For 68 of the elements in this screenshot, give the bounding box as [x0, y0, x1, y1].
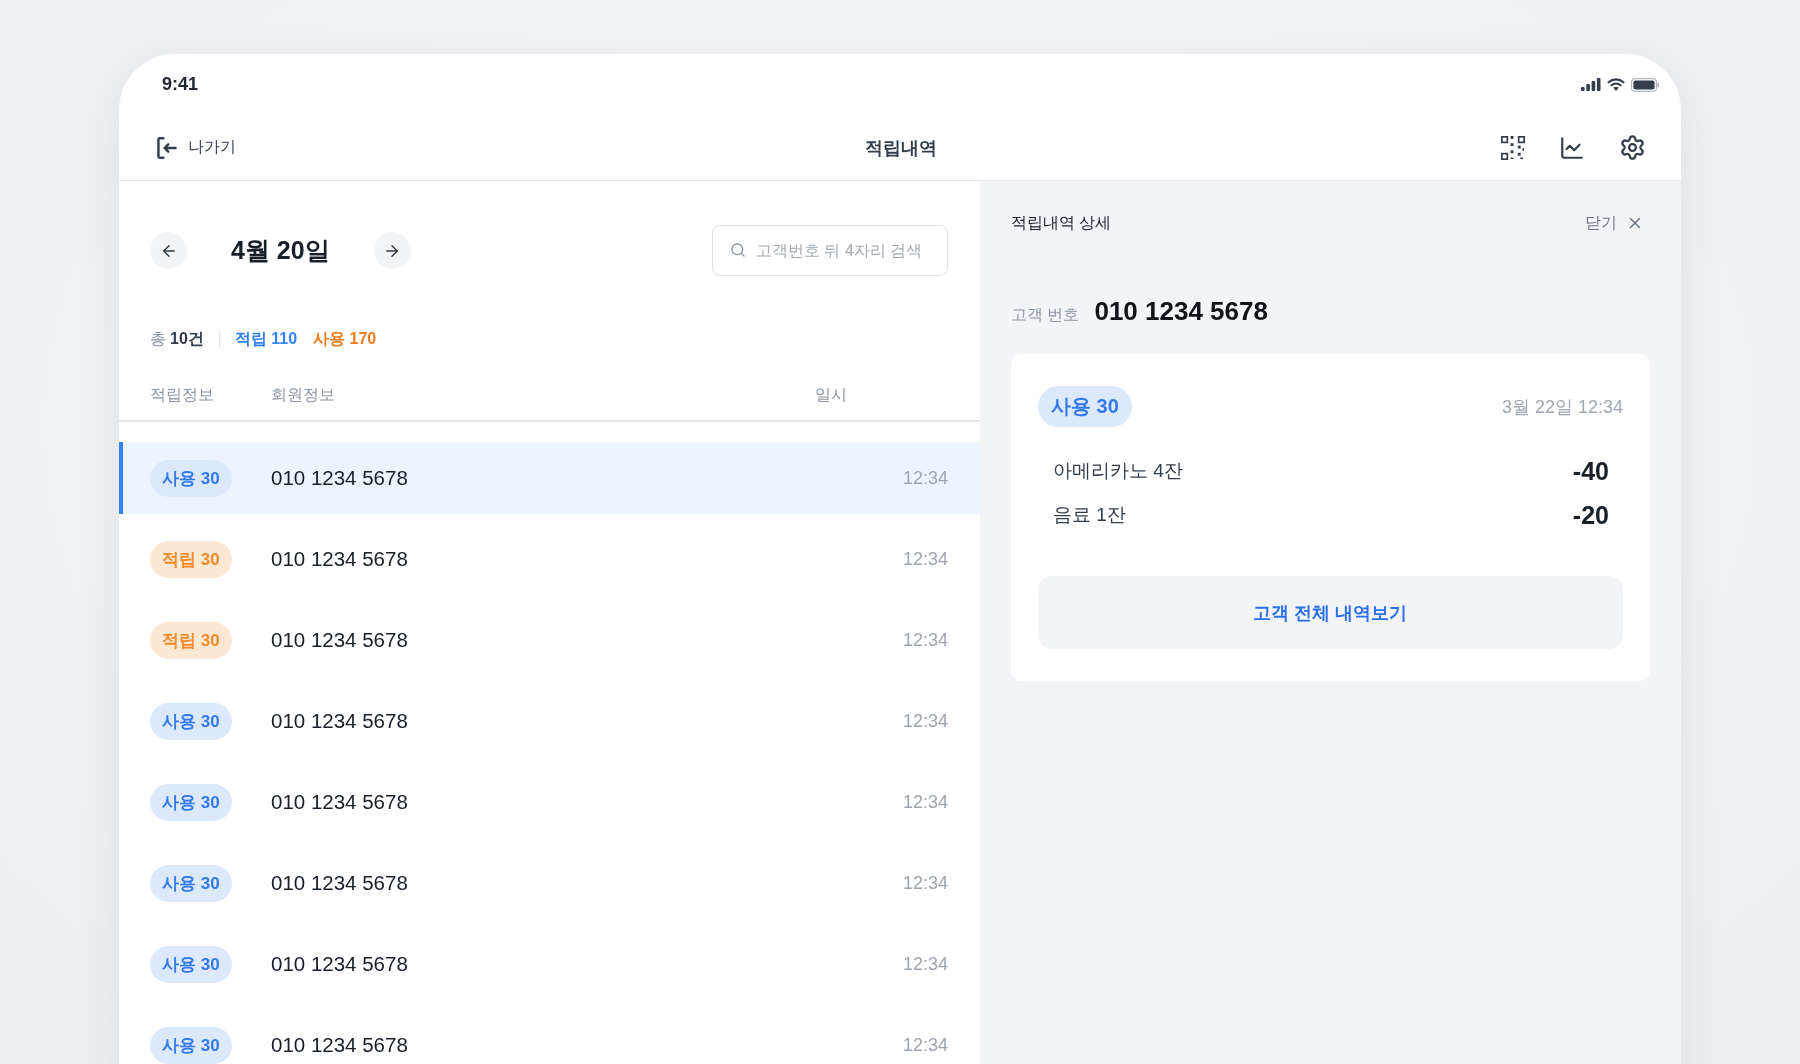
- close-button[interactable]: 닫기: [1585, 212, 1644, 234]
- signal-icon: [1581, 78, 1601, 91]
- phone-number: 010 1234 5678: [271, 547, 409, 571]
- phone-number: 010 1234 5678: [271, 709, 409, 733]
- column-header: 적립정보: [150, 385, 215, 405]
- points-badge: 적립 30: [150, 540, 232, 578]
- time-text: 12:34: [902, 791, 948, 813]
- battery-icon: [1631, 77, 1659, 92]
- history-row[interactable]: 사용 30 010 1234 5678 12:34: [119, 928, 980, 1000]
- statistics-button[interactable]: [1559, 134, 1585, 161]
- status-time: 9:41: [162, 74, 199, 95]
- phone-number: 010 1234 5678: [271, 952, 409, 976]
- next-day-button[interactable]: [373, 232, 411, 269]
- line-chart-icon: [1559, 134, 1585, 161]
- settings-icon: [1619, 134, 1646, 161]
- phone-number: 010 1234 5678: [271, 871, 409, 895]
- points-summary: 사용 170: [313, 328, 377, 349]
- customer-number: 010 1234 5678: [1094, 296, 1268, 326]
- points-badge: 사용 30: [150, 702, 232, 740]
- record-datetime: 3월 22일 12:34: [1501, 395, 1623, 419]
- settings-button[interactable]: [1619, 134, 1646, 161]
- time-text: 12:34: [902, 710, 948, 732]
- search-icon: [730, 242, 746, 258]
- total-label: 총: [150, 328, 166, 349]
- phone-number: 010 1234 5678: [271, 1033, 409, 1057]
- phone-number: 010 1234 5678: [271, 466, 409, 490]
- history-row[interactable]: 적립 30 010 1234 5678 12:34: [119, 523, 980, 595]
- history-row[interactable]: 사용 30 010 1234 5678 12:34: [119, 442, 980, 514]
- history-row[interactable]: 사용 30 010 1234 5678 12:34: [119, 1009, 980, 1064]
- item-name: 음료 1잔: [1053, 503, 1126, 527]
- time-text: 12:34: [902, 953, 948, 975]
- points-badge: 적립 30: [150, 621, 232, 659]
- wifi-icon: [1607, 78, 1625, 91]
- points-badge: 사용 30: [150, 1026, 232, 1064]
- item-points: -40: [1572, 456, 1609, 486]
- phone-number: 010 1234 5678: [271, 628, 409, 652]
- time-text: 12:34: [902, 872, 948, 894]
- view-all-history-button[interactable]: 고객 전체 내역보기: [1038, 576, 1623, 649]
- search-field[interactable]: 고객번호 뒤 4자리 검색: [712, 225, 948, 276]
- total-count: 10건: [170, 328, 204, 349]
- points-badge: 사용 30: [150, 783, 232, 821]
- history-row[interactable]: 사용 30 010 1234 5678 12:34: [119, 685, 980, 757]
- column-header: 일시: [815, 385, 848, 405]
- points-badge: 사용 30: [150, 864, 232, 902]
- detail-title: 적립내역 상세: [1011, 212, 1112, 233]
- points-summary: 적립 110: [234, 328, 298, 349]
- points-badge: 사용 30: [150, 945, 232, 983]
- phone-number: 010 1234 5678: [271, 790, 409, 814]
- points-badge: 사용 30: [150, 459, 232, 497]
- customer-label: 고객 번호: [1011, 305, 1080, 325]
- exit-icon: [156, 136, 178, 159]
- item-points: -20: [1572, 500, 1609, 530]
- time-text: 12:34: [902, 467, 948, 489]
- qr-code-button[interactable]: [1501, 135, 1525, 160]
- exit-button[interactable]: 나가기: [156, 136, 236, 159]
- previous-day-button[interactable]: [150, 232, 187, 269]
- history-row[interactable]: 사용 30 010 1234 5678 12:34: [119, 847, 980, 919]
- item-name: 아메리카노 4잔: [1053, 459, 1183, 483]
- time-text: 12:34: [902, 548, 948, 570]
- history-row[interactable]: 사용 30 010 1234 5678 12:34: [119, 766, 980, 838]
- date-title: 4월 20일: [231, 235, 330, 266]
- time-text: 12:34: [902, 1034, 948, 1056]
- time-text: 12:34: [902, 629, 948, 651]
- qr-code-icon: [1501, 135, 1525, 160]
- column-header: 회원정보: [271, 385, 336, 405]
- history-row[interactable]: 적립 30 010 1234 5678 12:34: [119, 604, 980, 676]
- points-badge: 사용 30: [1038, 386, 1132, 427]
- page-title: 적립내역: [865, 136, 937, 160]
